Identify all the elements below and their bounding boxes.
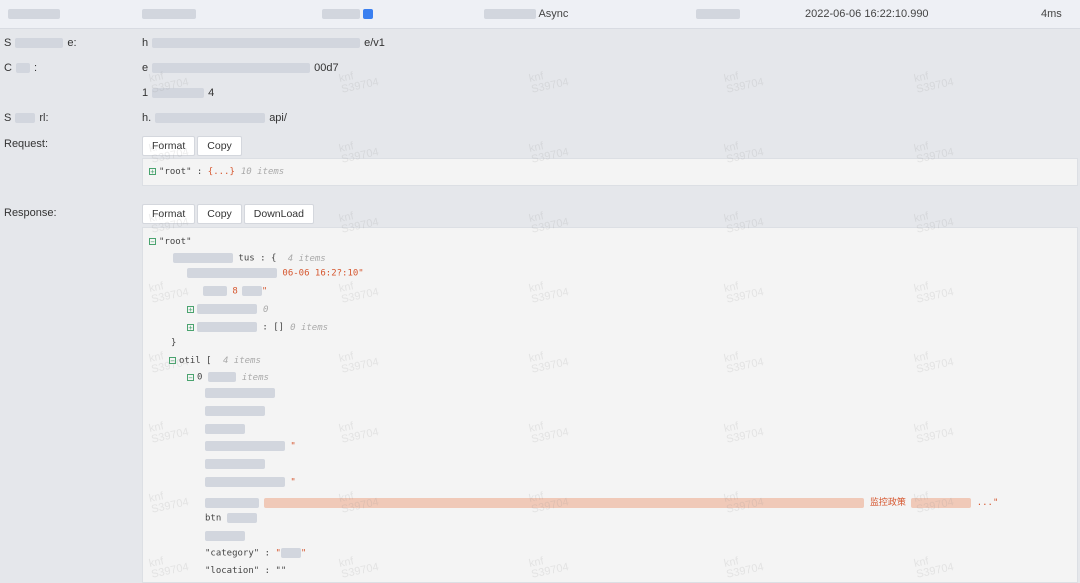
expand-icon[interactable]: + (187, 305, 194, 313)
field-label: C: (4, 62, 38, 74)
redacted-cell (696, 8, 740, 20)
json-root-node[interactable]: + "root" : {...} 10 items (149, 167, 284, 177)
request-json-viewer[interactable]: + "root" : {...} 10 items (142, 158, 1078, 186)
json-node (205, 531, 245, 542)
response-copy-button[interactable]: Copy (197, 204, 242, 224)
status-chip (363, 9, 374, 20)
log-summary-row[interactable]: Async 2022-06-06 16:22:10.990 4ms (0, 0, 1080, 29)
json-node: btn (205, 513, 257, 524)
json-node (205, 388, 275, 399)
redacted-cell (322, 8, 374, 20)
watermark-text: knfS39704 (722, 70, 765, 96)
json-node[interactable]: − otil [ 4 items (169, 356, 261, 366)
json-node (205, 424, 245, 435)
json-node[interactable]: −0 items (187, 372, 269, 383)
collapse-icon[interactable]: − (149, 238, 156, 246)
collapse-icon[interactable]: − (169, 357, 176, 365)
json-node: 8 " (203, 286, 267, 297)
json-node: " (205, 477, 296, 488)
json-node: } (171, 338, 177, 348)
json-node: " (205, 441, 296, 452)
json-node[interactable]: +0 (187, 304, 268, 315)
json-node: "location" : "" (205, 566, 287, 576)
json-node: 监控政策 ..." (205, 495, 998, 508)
request-toolbar: Format Copy (142, 136, 242, 156)
field-value: 14 (142, 87, 215, 99)
watermark-text: knfS39704 (527, 70, 570, 96)
json-node (205, 406, 265, 417)
expand-icon[interactable]: + (149, 168, 156, 176)
collapse-icon[interactable]: − (187, 373, 194, 381)
field-value: h. api/ (142, 112, 287, 124)
field-label: Srl: (4, 112, 49, 124)
response-download-button[interactable]: DownLoad (243, 204, 314, 224)
response-label: Response: (4, 207, 57, 219)
response-format-button[interactable]: Format (142, 204, 196, 224)
redacted-cell (8, 8, 60, 20)
response-json-viewer[interactable]: − "root" tus : { 4 items 06-06 16:2?:10" … (142, 227, 1078, 583)
watermark-text: knfS39704 (912, 70, 955, 96)
expand-icon[interactable]: + (187, 323, 194, 331)
request-copy-button[interactable]: Copy (197, 136, 242, 156)
redacted-cell (142, 8, 196, 20)
json-node: 06-06 16:2?:10" (187, 268, 364, 279)
request-label: Request: (4, 138, 49, 150)
field-value: e 00d7 (142, 62, 339, 74)
call-mode: Async (484, 8, 568, 20)
field-value: h e/v1 (142, 37, 385, 49)
response-toolbar: Format Copy DownLoad (142, 204, 314, 224)
watermark-text: knfS39704 (337, 70, 380, 96)
json-root-node[interactable]: − "root" (149, 237, 192, 247)
field-label: Se: (4, 37, 77, 49)
request-timestamp: 2022-06-06 16:22:10.990 (805, 8, 929, 20)
json-node[interactable]: tus : { 4 items (173, 253, 326, 264)
json-node[interactable]: + : [] 0 items (187, 322, 328, 333)
call-mode-label: Async (538, 8, 569, 20)
request-format-button[interactable]: Format (142, 136, 196, 156)
json-node: "category" : " " (205, 548, 307, 559)
request-duration: 4ms (1041, 8, 1062, 20)
json-node (205, 459, 265, 470)
